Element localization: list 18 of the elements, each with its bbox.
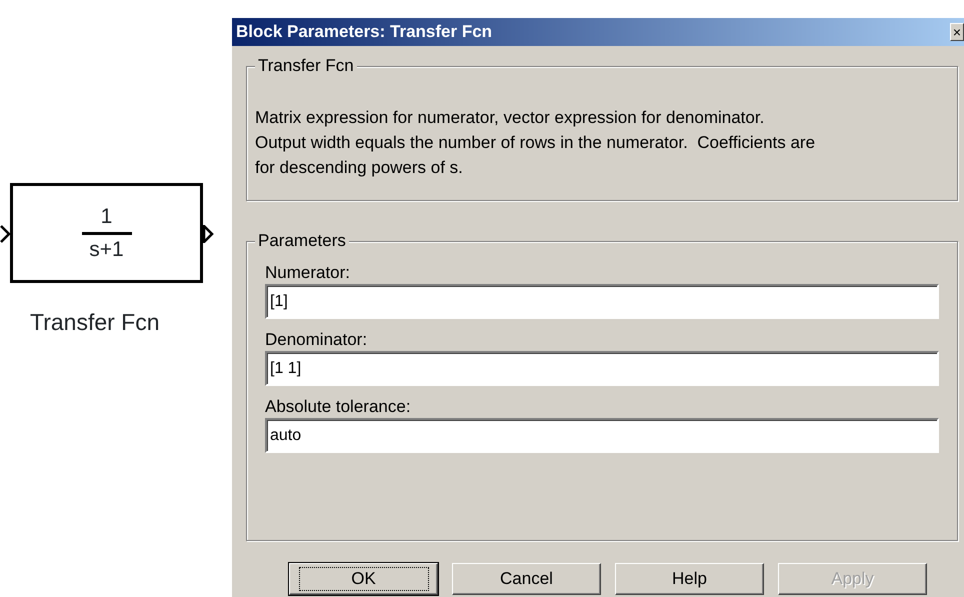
dialog-button[interactable]: Help — [615, 563, 764, 595]
field-label: Denominator: — [265, 329, 368, 351]
dialog-button[interactable]: OK — [289, 563, 438, 595]
dialog-button[interactable]: Cancel — [452, 563, 601, 595]
input-field[interactable]: auto — [265, 418, 939, 453]
field-label: Absolute tolerance: — [265, 396, 412, 418]
numerator-text: 1 — [100, 205, 114, 228]
block-label: Transfer Fcn — [30, 308, 160, 337]
input-field[interactable]: [1 1] — [265, 351, 939, 386]
input-field[interactable]: [1] — [265, 284, 939, 319]
description-text: Matrix expression for numerator, vector expression for denominator. Output width equals the number of rows in the numerator. Coefficients are for descending powers of s. — [255, 107, 816, 179]
field-label: Numerator: — [265, 262, 352, 284]
close-button[interactable]: × — [950, 23, 964, 41]
window-title: Block Parameters: Transfer Fcn — [236, 21, 492, 44]
transfer-block[interactable]: 1 s+1 — [10, 183, 203, 283]
input-port-icon — [0, 225, 10, 243]
fraction-bar — [82, 232, 132, 234]
denominator-text: s+1 — [89, 238, 124, 261]
